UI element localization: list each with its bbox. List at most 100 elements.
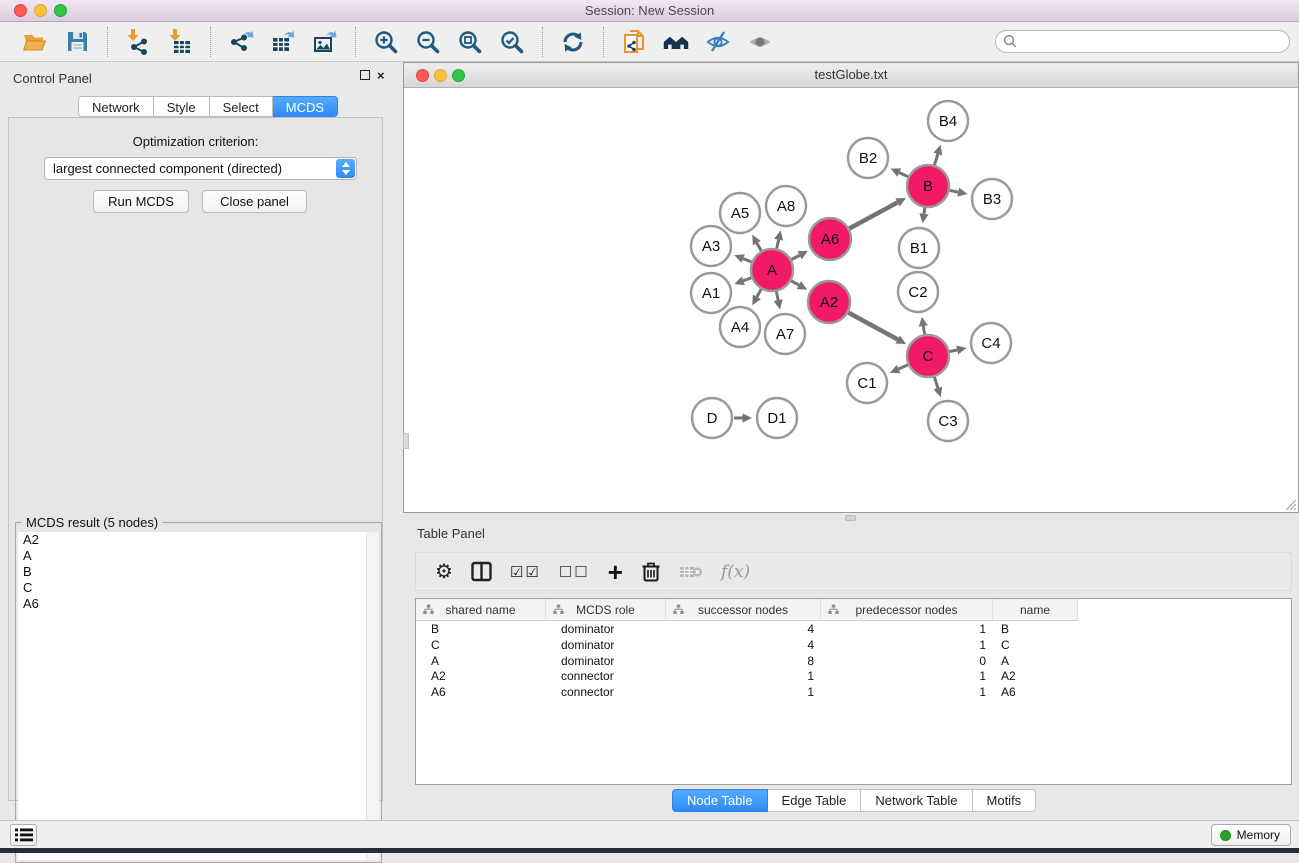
edge-B-B4[interactable] [933,145,942,165]
column-header-shared-name[interactable]: shared name [416,599,546,621]
search-input[interactable] [995,30,1290,53]
network-window-titlebar[interactable]: testGlobe.txt [404,63,1298,88]
table-settings-button[interactable]: ⚙ [435,562,453,582]
zoom-in-button[interactable] [372,28,400,56]
tab-select[interactable]: Select [210,96,273,117]
edge-A6-B[interactable] [849,198,906,229]
mcds-result-item[interactable]: A [18,548,379,564]
deselect-all-button[interactable]: ☐☐ [559,563,590,581]
graph-node-C2[interactable]: C2 [898,272,938,312]
graph-node-A[interactable]: A [751,249,793,291]
mcds-result-list[interactable]: A2ABCA6 [18,532,379,860]
criterion-select[interactable]: largest connected component (directed) [44,157,357,180]
open-session-button[interactable] [21,28,49,56]
table-row[interactable]: A2connector11A2 [416,668,1291,684]
table-row[interactable]: Cdominator41C [416,637,1291,653]
graph-node-D[interactable]: D [692,398,732,438]
graph-node-B4[interactable]: B4 [928,101,968,141]
scrollbar-track[interactable] [366,532,379,860]
delete-column-button[interactable] [641,560,661,583]
import-table-button[interactable] [166,28,194,56]
graph-node-A4[interactable]: A4 [720,307,760,347]
resize-grip-icon[interactable] [1283,497,1297,511]
graph-node-A3[interactable]: A3 [691,226,731,266]
graph-node-C3[interactable]: C3 [928,401,968,441]
graph-node-D1[interactable]: D1 [757,398,797,438]
close-panel-icon[interactable]: × [377,70,385,82]
table-row[interactable]: Adominator80A [416,653,1291,669]
edge-A2-C[interactable] [848,313,906,344]
export-image-button[interactable] [311,28,339,56]
edge-A-A2[interactable] [791,281,807,290]
memory-button[interactable]: Memory [1211,824,1291,846]
duplicate-network-button[interactable] [620,28,648,56]
edge-C-C1[interactable] [890,365,908,373]
function-builder-button[interactable]: f(x) [721,562,750,582]
graph-node-A7[interactable]: A7 [765,314,805,354]
edge-A-A1[interactable] [734,277,751,286]
column-header-name[interactable]: name [993,599,1078,621]
edge-A-A5[interactable] [752,235,761,251]
graph-node-C1[interactable]: C1 [847,363,887,403]
export-table-button[interactable] [269,28,297,56]
graph-node-A5[interactable]: A5 [720,193,760,233]
mcds-result-item[interactable]: A2 [18,532,379,548]
close-panel-button[interactable]: Close panel [202,190,307,213]
zoom-selected-button[interactable] [498,28,526,56]
import-network-button[interactable] [124,28,152,56]
column-header-successor-nodes[interactable]: successor nodes [666,599,821,621]
edge-A-A6[interactable] [791,251,808,260]
tab-node-table[interactable]: Node Table [672,789,768,812]
edge-C-C2[interactable] [919,317,928,335]
zoom-fit-button[interactable] [456,28,484,56]
tab-network[interactable]: Network [78,96,154,117]
zoom-out-button[interactable] [414,28,442,56]
tab-style[interactable]: Style [154,96,210,117]
graph-node-A8[interactable]: A8 [766,186,806,226]
edge-C-C3[interactable] [933,377,942,397]
edge-A-A7[interactable] [774,292,783,310]
show-graphics-button[interactable] [746,28,774,56]
edge-B-B1[interactable] [919,208,928,223]
run-mcds-button[interactable]: Run MCDS [93,190,189,213]
graph-node-C4[interactable]: C4 [971,323,1011,363]
graph-node-A6[interactable]: A6 [809,218,851,260]
column-header-MCDS-role[interactable]: MCDS role [546,599,666,621]
graph-node-B[interactable]: B [907,165,949,207]
graph-node-B2[interactable]: B2 [848,138,888,178]
graph-node-B1[interactable]: B1 [899,228,939,268]
home-view-button[interactable] [662,28,690,56]
graph-node-C[interactable]: C [907,335,949,377]
table-row[interactable]: A6connector11A6 [416,684,1291,700]
mcds-result-item[interactable]: B [18,564,379,580]
graph-node-B3[interactable]: B3 [972,179,1012,219]
network-canvas[interactable]: B4 B2 B B3 B1 A6 A5A8 A3 A A1 A2 C2 A4A7 C C4 C1 C3 D D1 [404,88,1298,512]
refresh-button[interactable] [559,28,587,56]
tab-edge-table[interactable]: Edge Table [768,789,862,812]
tab-network-table[interactable]: Network Table [861,789,972,812]
edge-D-D1[interactable] [734,413,752,422]
tab-motifs[interactable]: Motifs [973,789,1037,812]
add-column-button[interactable]: + [608,561,623,583]
mcds-result-item[interactable]: A6 [18,596,379,612]
graph-node-A1[interactable]: A1 [691,273,731,313]
edge-B-B2[interactable] [891,168,908,176]
table-mode-button[interactable] [471,561,492,582]
mcds-result-item[interactable]: C [18,580,379,596]
task-history-button[interactable] [10,824,37,846]
graph-node-A2[interactable]: A2 [808,281,850,323]
delete-table-button[interactable] [679,564,703,580]
edge-A-A3[interactable] [734,254,751,263]
hide-graphics-button[interactable] [704,28,732,56]
float-panel-icon[interactable] [360,70,370,82]
tab-mcds[interactable]: MCDS [273,96,338,117]
column-header-predecessor-nodes[interactable]: predecessor nodes [821,599,993,621]
export-network-button[interactable] [227,28,255,56]
save-session-button[interactable] [63,28,91,56]
edge-A-A4[interactable] [752,289,761,305]
edge-A-A8[interactable] [774,230,783,248]
edge-C-C4[interactable] [950,345,967,354]
table-row[interactable]: Bdominator41B [416,621,1291,637]
edge-B-B3[interactable] [950,188,968,197]
select-all-button[interactable]: ☑☑ [510,563,541,581]
